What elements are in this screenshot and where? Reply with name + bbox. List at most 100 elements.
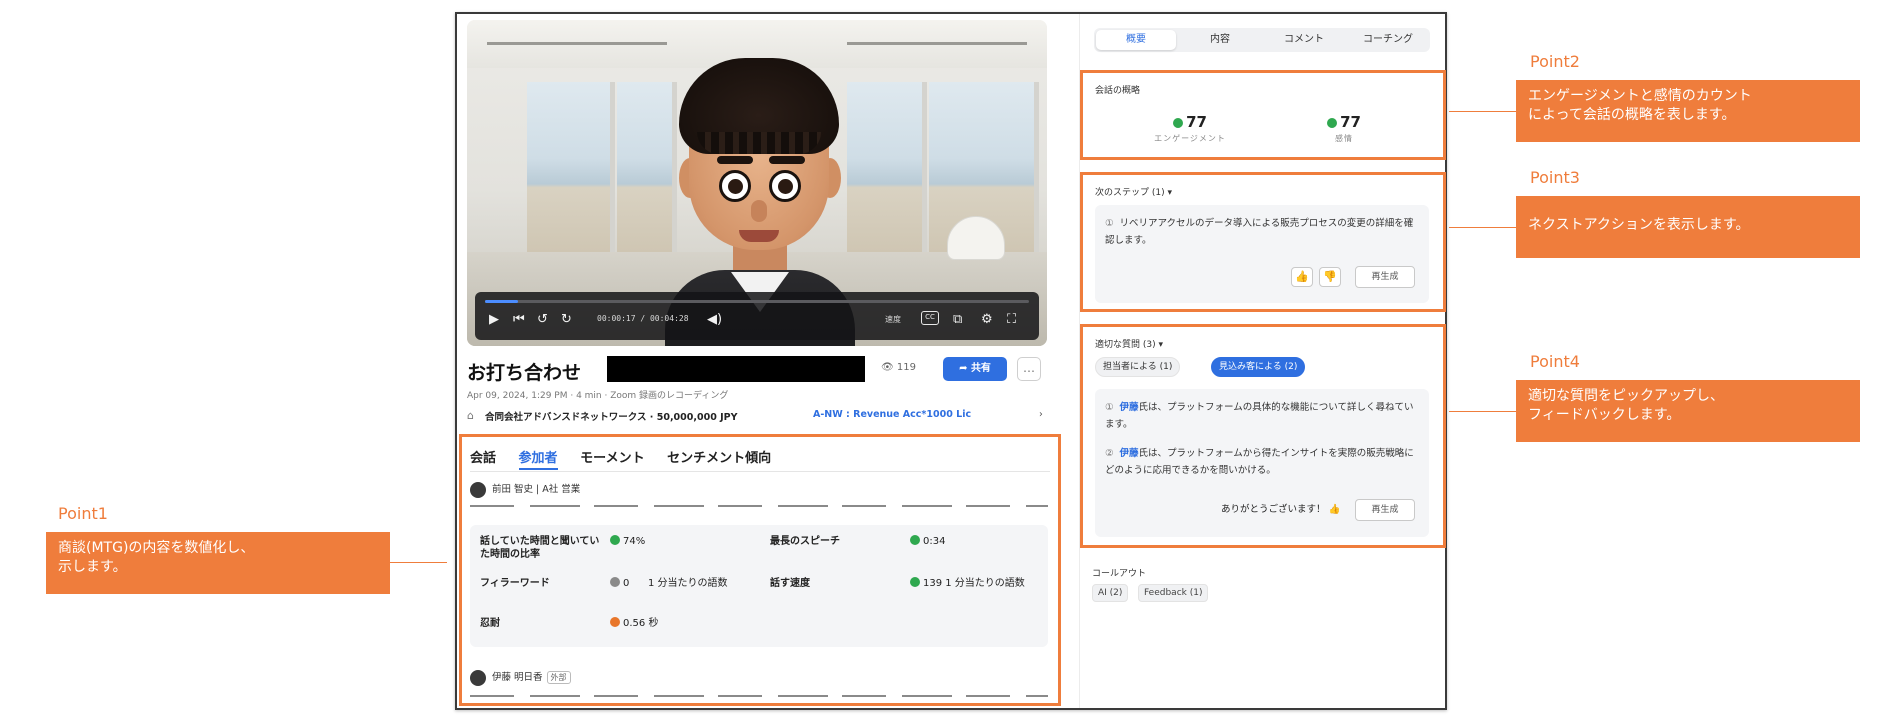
thanks-text: ありがとうございます！: [1221, 504, 1326, 515]
patience-number: 0.56 秒: [623, 618, 659, 629]
tab-moments[interactable]: モーメント: [580, 447, 644, 466]
sentiment-label: 感情: [1335, 134, 1353, 143]
mouth: [739, 230, 779, 242]
participant-row[interactable]: 前田 智史 | A社 営業: [470, 481, 580, 498]
video-controls: ▶ ⏮ ↺ ↻ 00:00:17 / 00:04:28 ◀) 速度 CC ⧉ ⚙…: [475, 292, 1039, 340]
eye: [719, 170, 751, 202]
insights-panel: 概要 内容 コメント コーチング 会話の概略 77 エンゲージメント 77 感情…: [1079, 14, 1446, 708]
status-dot-icon: [610, 617, 620, 627]
filler-words-count: 0: [623, 578, 630, 589]
picture-in-picture-icon[interactable]: ⧉: [953, 312, 962, 328]
eye-icon: 👁: [881, 362, 897, 373]
tab-comments[interactable]: コメント: [1262, 28, 1346, 52]
sentiment-value: 77: [1269, 113, 1419, 131]
filter-by-prospect[interactable]: 見込み客による (2): [1211, 357, 1306, 377]
skip-back-icon[interactable]: ⏮: [513, 312, 525, 328]
participant-name: 伊藤 明日香: [492, 672, 543, 683]
speaking-speed-number: 139 1 分当たりの語数: [923, 578, 1025, 589]
thumbs-up-icon[interactable]: 👍: [1291, 267, 1313, 287]
feedback-row: ありがとうございます！ 👍: [1221, 503, 1340, 516]
view-count: 👁 119: [881, 362, 916, 373]
deal-name[interactable]: 合同会社アドバンスドネットワークス · 50,000,000 JPY: [485, 409, 738, 423]
point1-heading: Point1: [58, 504, 108, 523]
tab-coaching[interactable]: コーチング: [1346, 28, 1430, 52]
sentiment-number: 77: [1340, 113, 1361, 131]
question-number-icon: ②: [1105, 448, 1114, 459]
tab-content[interactable]: 内容: [1178, 28, 1262, 52]
callouts-title: コールアウト: [1092, 569, 1147, 579]
engagement-metric: 77 エンゲージメント: [1115, 113, 1265, 144]
sentiment-metric: 77 感情: [1269, 113, 1419, 144]
video-player[interactable]: ▶ ⏮ ↺ ↻ 00:00:17 / 00:04:28 ◀) 速度 CC ⧉ ⚙…: [467, 20, 1047, 346]
volume-icon[interactable]: ◀): [707, 312, 722, 328]
point3-heading: Point3: [1530, 168, 1580, 187]
callout-chip-feedback[interactable]: Feedback (1): [1138, 584, 1209, 602]
more-options-button[interactable]: …: [1017, 357, 1041, 381]
callout-chip-ai[interactable]: AI (2): [1092, 584, 1129, 602]
thumbs-up-icon[interactable]: 👍: [1329, 504, 1341, 515]
point2-line: エンゲージメントと感情のカウント: [1528, 88, 1752, 104]
rewind-icon[interactable]: ↺: [537, 312, 548, 328]
longest-speech-label: 最長のスピーチ: [770, 536, 840, 547]
meeting-title: お打ち合わせ: [467, 362, 582, 384]
participant-link[interactable]: 伊藤: [1120, 448, 1139, 459]
engagement-label: エンゲージメント: [1154, 134, 1226, 143]
appropriate-questions: 適切な質問 (3) ▾ 担当者による (1) 見込み客による (2) ① 伊藤氏は…: [1080, 324, 1446, 548]
tab-overview[interactable]: 概要: [1096, 30, 1176, 50]
next-step-text: リベリアアクセルのデータ導入による販売プロセスの変更の詳細を確認します。: [1105, 218, 1414, 246]
speaking-speed-label: 話す速度: [770, 578, 810, 589]
meeting-meta: Apr 09, 2024, 1:29 PM · 4 min · Zoom 録画の…: [467, 391, 729, 401]
view-count-value: 119: [896, 362, 916, 373]
talk-ratio-value: 74%: [610, 535, 645, 548]
question-item: ① 伊藤氏は、プラットフォームの具体的な機能について詳しく尋ねています。: [1105, 399, 1421, 433]
status-dot-icon: [910, 577, 920, 587]
point1-line: 示します。: [58, 559, 127, 575]
participant-row[interactable]: 伊藤 明日香 外部: [470, 669, 571, 686]
questions-title-text: 適切な質問 (3): [1095, 340, 1156, 350]
forward-icon[interactable]: ↻: [561, 312, 572, 328]
building-icon: ⌂: [467, 409, 474, 422]
settings-gear-icon[interactable]: ⚙: [981, 312, 993, 328]
question-number-icon: ①: [1105, 402, 1114, 413]
talk-ratio-label: 話していた時間と聞いていた時間の比率: [480, 536, 600, 560]
speed-button[interactable]: 速度: [885, 314, 901, 325]
video-progress-bar[interactable]: [485, 300, 1029, 303]
engagement-number: 77: [1186, 113, 1207, 131]
redacted-block: [607, 356, 865, 382]
eye: [769, 170, 801, 202]
tab-sentiment-trend[interactable]: センチメント傾向: [667, 447, 771, 466]
participant-link[interactable]: 伊藤: [1120, 402, 1139, 413]
question-text: 氏は、プラットフォームから得たインサイトを実際の販売戦略にどのように応用できるか…: [1105, 448, 1414, 476]
share-icon: ➦: [959, 363, 971, 374]
filter-by-rep[interactable]: 担当者による (1): [1095, 357, 1181, 377]
eyebrow: [717, 156, 753, 164]
point3-connector: [1449, 227, 1516, 228]
window-pane: [617, 82, 677, 252]
eyebrow: [769, 156, 805, 164]
next-steps-title: 次のステップ (1) ▾: [1095, 185, 1172, 198]
tab-participants[interactable]: 参加者: [518, 447, 558, 470]
point3-line: ネクストアクションを表示します。: [1528, 217, 1750, 233]
hair-fringe: [697, 132, 821, 154]
share-button[interactable]: ➦ 共有: [943, 357, 1007, 381]
tab-conversation[interactable]: 会話: [470, 447, 496, 466]
play-icon[interactable]: ▶: [489, 312, 499, 328]
thumbs-down-icon[interactable]: 👎: [1319, 267, 1341, 287]
captions-button[interactable]: CC: [921, 311, 939, 325]
regenerate-button[interactable]: 再生成: [1355, 266, 1415, 288]
video-progress-fill: [485, 300, 518, 303]
regenerate-button[interactable]: 再生成: [1355, 499, 1415, 521]
summary-title: 会話の概略: [1095, 86, 1141, 96]
opportunity-link[interactable]: A-NW : Revenue Acc*1000 Lic: [813, 409, 971, 420]
speaking-speed-value: 139 1 分当たりの語数: [910, 577, 1025, 590]
fullscreen-icon[interactable]: ⛶: [1007, 312, 1016, 328]
chevron-down-icon[interactable]: ▾: [1159, 340, 1164, 350]
chevron-right-icon[interactable]: ›: [1039, 409, 1043, 420]
status-dot-icon: [1173, 118, 1184, 128]
point1-line: 商談(MTG)の内容を数値化し、: [58, 540, 255, 556]
longest-speech-number: 0:34: [923, 536, 946, 547]
chevron-down-icon[interactable]: ▾: [1168, 188, 1173, 198]
left-column: ▶ ⏮ ↺ ↻ 00:00:17 / 00:04:28 ◀) 速度 CC ⧉ ⚙…: [459, 20, 1061, 706]
status-dot-icon: [1327, 118, 1338, 128]
patience-label: 忍耐: [480, 618, 500, 629]
